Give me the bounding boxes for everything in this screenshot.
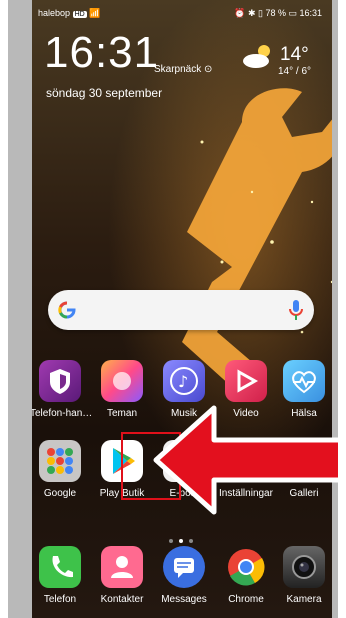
- status-left: halebop HD 📶: [38, 8, 100, 19]
- contacts-icon: [101, 546, 143, 588]
- app-label: Kontakter: [100, 594, 144, 605]
- carrier-label: halebop: [38, 8, 71, 18]
- messages-icon: [163, 546, 205, 588]
- home-screen: halebop HD 📶 ⏰ ✱ ▯ 78 % ▭ 16:31 16:31 Sk…: [32, 0, 332, 618]
- red-pointer-arrow-icon: [153, 405, 338, 515]
- music-icon: ♪: [163, 360, 205, 402]
- app-contacts[interactable]: Kontakter: [92, 546, 152, 605]
- location-text: Skarpnäck: [154, 64, 202, 75]
- app-label: Chrome: [228, 594, 264, 605]
- signal-icon: 📶: [89, 8, 101, 18]
- app-messages[interactable]: Messages: [154, 546, 214, 605]
- app-themes[interactable]: Teman: [92, 360, 152, 419]
- app-phone[interactable]: Telefon: [32, 546, 90, 605]
- phone-frame: halebop HD 📶 ⏰ ✱ ▯ 78 % ▭ 16:31 16:31 Sk…: [8, 0, 338, 618]
- page-indicator: [166, 530, 206, 543]
- google-g-icon: [58, 301, 76, 319]
- themes-icon: [101, 360, 143, 402]
- page-dot: [169, 539, 173, 543]
- phone-icon: [39, 546, 81, 588]
- hd-badge: HD: [72, 11, 87, 18]
- weather-partly-cloudy-icon: [243, 45, 270, 68]
- app-label: Messages: [161, 594, 207, 605]
- health-icon: [283, 360, 325, 402]
- location-pin-icon: ⊙: [204, 64, 213, 75]
- temperature: 14°: [280, 44, 309, 65]
- page-dot: [189, 539, 193, 543]
- app-label: Teman: [106, 408, 137, 419]
- app-camera[interactable]: Kamera: [274, 546, 332, 605]
- app-phone-manager[interactable]: Telefon-han…: [32, 360, 93, 419]
- chrome-icon: [225, 546, 267, 588]
- status-bar: halebop HD 📶 ⏰ ✱ ▯ 78 % ▭ 16:31: [32, 8, 332, 22]
- app-label: Telefon: [43, 594, 77, 605]
- google-search-bar[interactable]: [48, 290, 314, 330]
- svg-text:♪: ♪: [178, 372, 188, 391]
- shield-icon: [39, 360, 81, 402]
- temperature-range: 14° / 6°: [278, 66, 312, 77]
- video-icon: [225, 360, 267, 402]
- status-right: ⏰ ✱ ▯ 78 % ▭ 16:31: [234, 8, 322, 18]
- app-google-folder[interactable]: Google: [32, 440, 90, 499]
- microphone-icon[interactable]: [288, 298, 304, 322]
- app-label: Kamera: [286, 594, 322, 605]
- app-label: Google: [43, 488, 77, 499]
- wallpaper-wrench-graphic: [180, 88, 332, 387]
- date-label: söndag 30 september: [46, 86, 163, 100]
- camera-icon: [283, 546, 325, 588]
- app-chrome[interactable]: Chrome: [216, 546, 276, 605]
- google-folder-icon: [39, 440, 81, 482]
- location-label: Skarpnäck ⊙: [154, 64, 212, 75]
- page-dot-active: [179, 539, 183, 543]
- app-label: Telefon-han…: [32, 408, 93, 419]
- clock-time: 16:31: [44, 28, 160, 77]
